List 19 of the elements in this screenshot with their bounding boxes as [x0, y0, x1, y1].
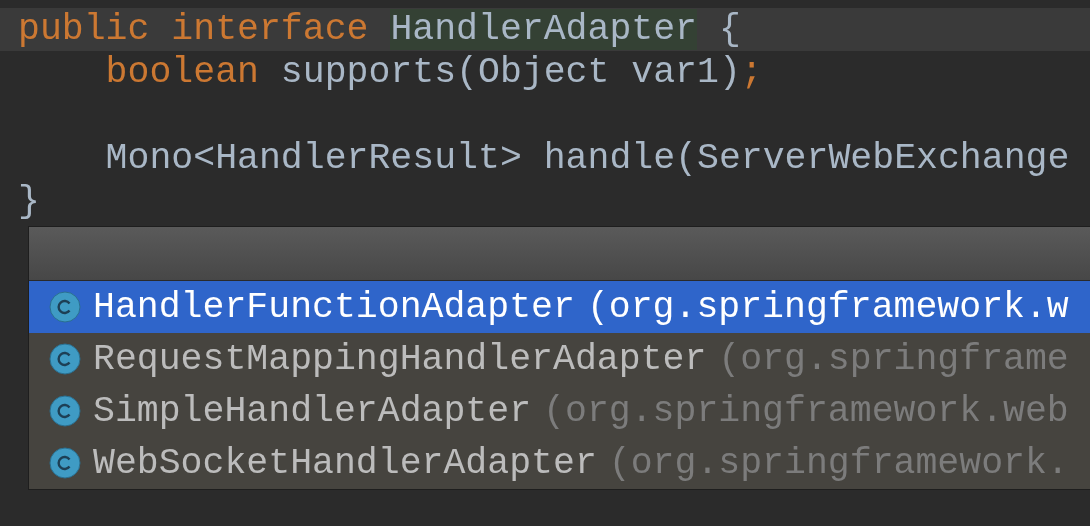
suggestion-item[interactable]: WebSocketHandlerAdapter (org.springframework. — [29, 437, 1090, 489]
class-name: WebSocketHandlerAdapter — [93, 442, 597, 484]
package-name: (org.springframework. — [608, 442, 1069, 484]
suggestion-item[interactable]: SimpleHandlerAdapter (org.springframework.web — [29, 385, 1090, 437]
suggestion-item[interactable]: HandlerFunctionAdapter (org.springframework.w — [29, 281, 1090, 333]
class-name: RequestMappingHandlerAdapter — [93, 338, 707, 380]
package-name: (org.springframework.web — [543, 390, 1069, 432]
code-line: Mono<HandlerResult> handle(ServerWebExchange — [104, 137, 1071, 180]
suggestion-item[interactable]: RequestMappingHandlerAdapter (org.springframe — [29, 333, 1090, 385]
class-name: SimpleHandlerAdapter — [93, 390, 532, 432]
class-icon — [49, 447, 81, 479]
package-name: (org.springframe — [718, 338, 1069, 380]
class-icon — [49, 343, 81, 375]
code-line: } — [17, 180, 41, 223]
code-line: boolean supports(Object var1); — [104, 51, 764, 94]
class-name: HandlerFunctionAdapter — [93, 286, 575, 328]
class-icon — [49, 291, 81, 323]
package-name: (org.springframework.w — [586, 286, 1069, 328]
class-icon — [49, 395, 81, 427]
